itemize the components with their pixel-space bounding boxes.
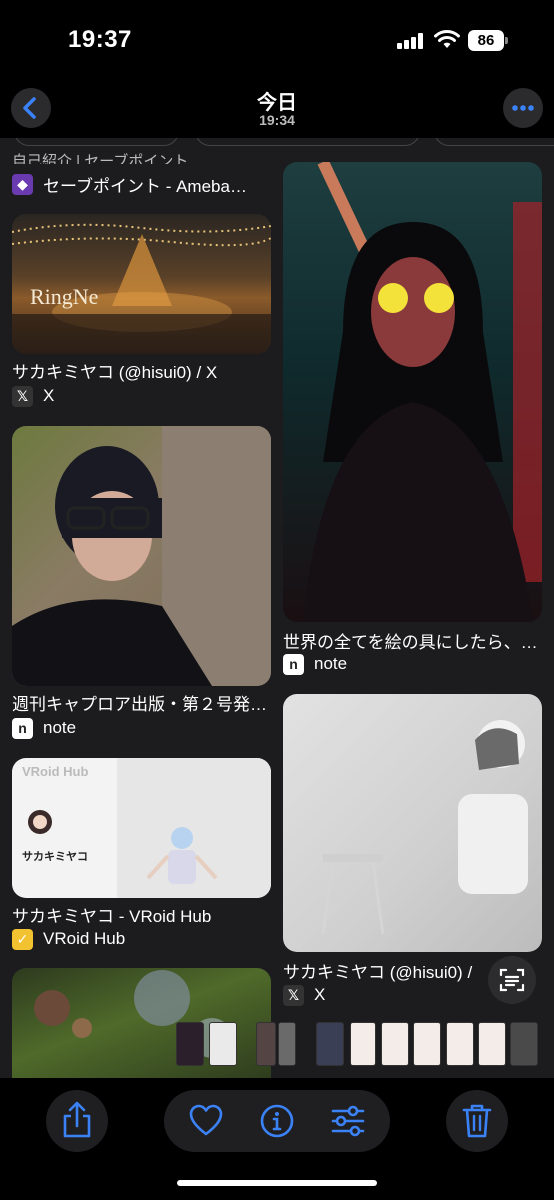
scrubber-thumbnail[interactable]: [413, 1022, 441, 1066]
portrait-illustration: [12, 426, 271, 686]
result-title[interactable]: サカキミヤコ (@hisui0) / X: [12, 358, 274, 383]
vroid-logo-icon: ✓: [12, 928, 33, 950]
scrubber-thumbnail[interactable]: [278, 1022, 296, 1066]
source-label: note: [314, 654, 348, 673]
sliders-icon[interactable]: [330, 1104, 366, 1138]
source-label: X: [314, 985, 326, 1004]
source-row[interactable]: n note: [283, 653, 347, 675]
scrubber-thumbnail[interactable]: [256, 1022, 276, 1066]
result-title[interactable]: サカキミヤコ - VRoid Hub: [12, 902, 274, 927]
battery-level: 86: [468, 30, 504, 51]
image-caption-text: RingNe: [30, 284, 99, 309]
info-icon[interactable]: [259, 1103, 295, 1139]
ameba-icon: ◆: [12, 173, 33, 195]
source-row[interactable]: 𝕏 X: [12, 385, 54, 407]
wifi-icon: [434, 30, 460, 48]
source-row[interactable]: ✓ VRoid Hub: [12, 928, 125, 950]
page-subtitle-time: 19:34: [259, 112, 295, 128]
white-room-illustration: [321, 720, 528, 935]
page-title: 今日: [257, 92, 297, 114]
scrubber-thumbnail[interactable]: [350, 1022, 376, 1066]
clipped-title: 自己紹介 | セーブポイント: [12, 153, 189, 164]
image-name-text: サカキミヤコ: [22, 851, 88, 863]
heart-icon[interactable]: [188, 1104, 224, 1138]
scrubber-thumbnail[interactable]: [316, 1022, 344, 1066]
result-image-glowing-glasses[interactable]: [283, 162, 542, 622]
note-logo-icon: n: [12, 717, 33, 739]
scrubber-thumbnail[interactable]: [446, 1022, 474, 1066]
source-label: VRoid Hub: [43, 929, 126, 948]
x-logo-icon: 𝕏: [283, 984, 304, 1006]
glowing-glasses-illustration: [303, 162, 542, 622]
source-row[interactable]: ◆ セーブポイント - Ameba…: [12, 173, 247, 196]
trash-icon: [462, 1104, 492, 1138]
scrubber-thumbnail[interactable]: [510, 1022, 538, 1066]
nav-bar: 今日 19:34: [0, 80, 554, 138]
cellular-signal-icon: [397, 33, 423, 49]
result-image-festival[interactable]: RingNe: [12, 214, 271, 354]
status-time: 19:37: [68, 26, 132, 53]
filter-chip[interactable]: [195, 138, 420, 146]
home-indicator[interactable]: [177, 1180, 377, 1186]
source-label: セーブポイント - Ameba…: [43, 176, 247, 196]
filter-chip[interactable]: [434, 138, 554, 146]
text-scan-icon: [499, 968, 525, 992]
source-label: X: [43, 386, 55, 405]
result-image-vroid[interactable]: VRoid Hub サカキミヤコ: [12, 758, 271, 898]
battery-icon: 86: [468, 30, 508, 51]
ellipsis-icon: [512, 105, 534, 111]
note-logo-icon: n: [283, 653, 304, 675]
filter-chip[interactable]: [14, 138, 179, 146]
delete-button[interactable]: [446, 1090, 508, 1152]
scrubber-thumbnail[interactable]: [478, 1022, 506, 1066]
result-title[interactable]: 週刊キャプロア出版・第２号発…: [12, 690, 274, 715]
share-icon: [63, 1101, 91, 1138]
action-group: [164, 1090, 390, 1152]
share-button[interactable]: [46, 1090, 108, 1152]
status-bar: 19:37 86: [0, 0, 554, 80]
result-title[interactable]: 世界の全てを絵の具にしたら、…: [283, 628, 545, 653]
live-text-button[interactable]: [488, 956, 536, 1004]
visual-lookup-results: 自己紹介 | セーブポイント ◆ セーブポイント - Ameba… RingNe…: [0, 138, 554, 1078]
source-row[interactable]: n note: [12, 717, 76, 739]
x-logo-icon: 𝕏: [12, 385, 33, 407]
source-label: note: [43, 718, 77, 737]
scrubber-thumbnail[interactable]: [381, 1022, 409, 1066]
scrubber-thumbnail[interactable]: [209, 1022, 237, 1066]
scrubber-thumbnail[interactable]: [176, 1022, 204, 1066]
result-title[interactable]: サカキミヤコ (@hisui0) /: [283, 958, 488, 983]
avatar-illustration: [28, 810, 218, 884]
result-image-white-room[interactable]: [283, 694, 542, 952]
source-row[interactable]: 𝕏 X: [283, 984, 325, 1006]
result-image-portrait[interactable]: [12, 426, 271, 686]
more-button[interactable]: [503, 88, 543, 128]
